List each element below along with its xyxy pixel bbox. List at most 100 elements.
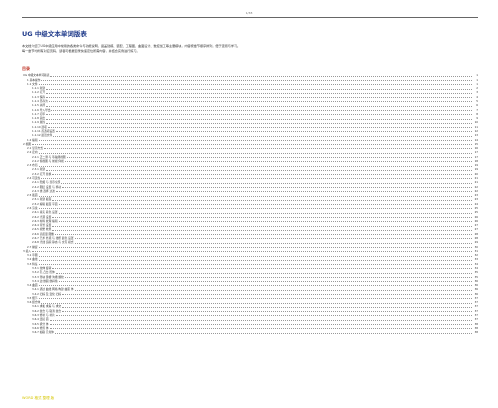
toc-leader-dots: [58, 212, 472, 214]
toc-entry[interactable]: 2.1 显示方式 16: [22, 146, 478, 150]
toc-entry-page: 36: [474, 287, 478, 292]
toc-entry[interactable]: 2.5.2 编辑 截面 平面 24: [22, 201, 478, 205]
toc-entry-page: 38: [474, 330, 478, 335]
toc-entry[interactable]: 2.2.2 俯视图 与 前视 仰视 18: [22, 159, 478, 163]
intro-paragraph: 本文档介绍了UG中级应用中常用的各类命令与功能说明，涵盖建模、装配、工程图、曲面…: [22, 44, 478, 54]
toc-leader-dots: [38, 285, 472, 287]
toc-entry-label: 2.6.8 光线 追踪 静态 与 交互 模式: [32, 240, 74, 245]
toc-entry[interactable]: 2.5.1 新建 截面 23: [22, 197, 478, 201]
toc-entry[interactable]: 1.1.3 保存 4: [22, 94, 478, 98]
toc-entry[interactable]: 3.4.1 通过 曲线 网格 构建 曲面 体 36: [22, 287, 478, 291]
toc-entry[interactable]: UG 中级文本单词版表 1: [22, 73, 478, 77]
toc-entry[interactable]: 3.4.2 扫掠 及 变化 扫掠 36: [22, 291, 478, 295]
toc-leader-dots: [31, 251, 472, 253]
toc-leader-dots: [46, 169, 472, 171]
toc-entry[interactable]: 1 基本操作 1: [22, 77, 478, 81]
toc-entry[interactable]: 1.1.11 首选项设置 12: [22, 129, 478, 133]
toc-entry[interactable]: 1.2 编辑 14: [22, 137, 478, 141]
toc-entry[interactable]: 2 视图 15: [22, 142, 478, 146]
toc-entry-label: 2.5.1 新建 截面: [32, 197, 52, 202]
toc-entry[interactable]: 3.5 细节 37: [22, 296, 478, 300]
toc-entry[interactable]: 2.3.2 打开 替换 20: [22, 171, 478, 175]
toc-entry[interactable]: 1.1.7 打印 8: [22, 112, 478, 116]
toc-entry[interactable]: 1.1.9 属性 10: [22, 120, 478, 124]
toc-entry-label: 1.1.5 关闭: [32, 103, 46, 108]
toc-leader-dots: [54, 234, 472, 236]
toc-entry[interactable]: 2.4.2 图层 设置 与 移动 22: [22, 184, 478, 188]
toc-leader-dots: [74, 289, 472, 291]
toc-entry-label: 1.1.2 打开: [32, 90, 46, 95]
toc-leader-dots: [46, 105, 472, 107]
toc-entry[interactable]: 2.7 捕捉 30: [22, 244, 478, 248]
toc-entry[interactable]: 3.6.3 修补 与 补片 37: [22, 313, 478, 317]
toc-entry[interactable]: 2.4 可见性 21: [22, 176, 478, 180]
toc-entry[interactable]: 2.4.1 隐藏 与 显示全部 21: [22, 180, 478, 184]
toc-entry[interactable]: 3.3.3 垫块 键槽 沟槽 螺纹 35: [22, 274, 478, 278]
toc-entry[interactable]: 1.1.6 导入导出 7: [22, 107, 478, 111]
toc-entry[interactable]: 1.1.4 另存为 5: [22, 99, 478, 103]
toc-leader-dots: [64, 161, 472, 163]
toc-entry[interactable]: 3.2 曲线 33: [22, 257, 478, 261]
toc-entry[interactable]: 3.6.4 连接 面 37: [22, 317, 478, 321]
toc-entry[interactable]: 3.1 草图 32: [22, 253, 478, 257]
toc-entry[interactable]: 1.1.12 最近文件 13: [22, 133, 478, 137]
toc-leader-dots: [46, 122, 472, 124]
toc-entry[interactable]: 3.6.2 缝合 与 取消 缝合 37: [22, 308, 478, 312]
toc-leader-dots: [55, 191, 472, 193]
toc-entry[interactable]: 3.6 组合体 37: [22, 300, 478, 304]
toc-entry[interactable]: 2.6.5 视觉 效果 27: [22, 227, 478, 231]
toc-entry[interactable]: 3 插入 31: [22, 249, 478, 253]
toc-entry[interactable]: 3.6.1 求和 求差 与 求交 37: [22, 304, 478, 308]
toc-leader-dots: [50, 75, 472, 77]
toc-leader-dots: [53, 135, 472, 137]
toc-entry[interactable]: 2.6.2 光源 设置 26: [22, 214, 478, 218]
toc-entry[interactable]: 3.6.5 拆分 体 38: [22, 321, 478, 325]
toc-leader-dots: [46, 97, 472, 99]
toc-leader-dots: [52, 216, 472, 218]
toc-entry[interactable]: 2.3 布局 19: [22, 163, 478, 167]
toc-entry[interactable]: 1.1.8 退出 9: [22, 116, 478, 120]
toc-entry[interactable]: 2.6.4 背景 设置 27: [22, 223, 478, 227]
toc-entry-label: 1.1.12 最近文件: [32, 133, 53, 138]
toc-entry[interactable]: 2.6.3 材料 纹理 编辑 26: [22, 219, 478, 223]
toc-entry[interactable]: 1.1 文件 1: [22, 82, 478, 86]
toc-entry[interactable]: 2.6.8 光线 追踪 静态 与 交互 模式 29: [22, 240, 478, 244]
toc-entry-label: 3.2 曲线: [27, 257, 38, 262]
toc-entry[interactable]: 1.1.5 关闭 6: [22, 103, 478, 107]
toc-leader-dots: [62, 187, 472, 188]
toc-leader-dots: [38, 195, 472, 197]
toc-entry[interactable]: 3.6.6 修剪 体 38: [22, 326, 478, 330]
toc-entry[interactable]: 2.6 渲染 25: [22, 206, 478, 210]
toc-leader-dots: [48, 101, 472, 103]
toc-entry[interactable]: 2.4.3 类 选择 过滤 22: [22, 189, 478, 193]
toc-leader-dots: [51, 109, 472, 111]
toc-entry-page: 1: [476, 73, 478, 78]
toc-entry[interactable]: 3.6.7 抽取 几何体 38: [22, 330, 478, 334]
toc-entry[interactable]: 1.1.2 打开 3: [22, 90, 478, 94]
toc-leader-dots: [58, 204, 472, 206]
toc-leader-dots: [52, 229, 472, 231]
table-of-contents: UG 中级文本单词版表 1 1 基本操作 1 1.1 文件 1 1.1.1 新建 2 1.1.2…: [22, 73, 478, 334]
toc-leader-dots: [38, 264, 472, 266]
toc-entry[interactable]: 3.3.2 孔 凸台 腔体 35: [22, 270, 478, 274]
toc-leader-dots: [62, 306, 472, 308]
toc-entry[interactable]: 2.5 截面 23: [22, 193, 478, 197]
toc-entry[interactable]: 2.6.1 真实 着色 设置 25: [22, 210, 478, 214]
toc-leader-dots: [58, 221, 472, 223]
toc-entry[interactable]: 3.4 曲面 36: [22, 283, 478, 287]
toc-entry[interactable]: 2.3.1 新建 19: [22, 167, 478, 171]
toc-entry[interactable]: 2.6.7 艺术 外观 与 线框 颜色 设置 28: [22, 236, 478, 240]
toc-entry[interactable]: 2.2.1 正二测 与 等轴测视图 17: [22, 154, 478, 158]
toc-entry[interactable]: 3.3 特征 34: [22, 261, 478, 265]
toc-entry[interactable]: 1.1.1 新建 2: [22, 86, 478, 90]
toc-entry[interactable]: 2.2 定向 17: [22, 150, 478, 154]
toc-entry[interactable]: 3.3.1 拉伸 旋转 34: [22, 266, 478, 270]
toc-leader-dots: [46, 92, 472, 94]
toc-leader-dots: [54, 332, 472, 334]
toc-entry-label: 3.6.7 抽取 几何体: [32, 330, 54, 335]
toc-entry[interactable]: 2.6.6 高质量 图像 28: [22, 231, 478, 235]
toc-entry[interactable]: 3.3.4 边 倒圆 倒斜角 36: [22, 279, 478, 283]
toc-entry-label: 3.4.1 通过 曲线 网格 构建 曲面 体: [32, 287, 74, 292]
toc-leader-dots: [41, 79, 472, 81]
toc-entry[interactable]: 1.1.10 选项 11: [22, 124, 478, 128]
